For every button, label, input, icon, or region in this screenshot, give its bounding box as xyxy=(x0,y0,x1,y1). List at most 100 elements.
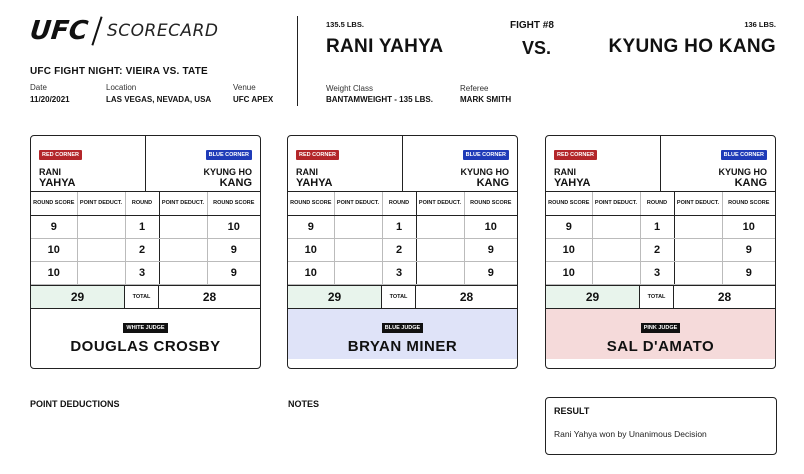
blue-round-score: 9 xyxy=(722,238,775,262)
red-point-deduction xyxy=(77,215,126,239)
blue-corner-fighter: KYUNG HO KANG xyxy=(154,167,252,189)
blue-total: 28 xyxy=(202,289,217,304)
red-point-deduct-header: POINT DEDUCT. xyxy=(334,192,383,216)
blue-corner: BLUE CORNER KYUNG HO KANG xyxy=(403,136,517,191)
blue-total: 28 xyxy=(717,289,732,304)
blue-point-deduct-header: POINT DEDUCT. xyxy=(159,192,208,216)
round-number: 1 xyxy=(639,215,675,239)
round-row: 10 3 9 xyxy=(546,261,775,285)
result-text: Rani Yahya won by Unanimous Decision xyxy=(554,429,707,439)
red-round-score: 10 xyxy=(31,261,78,285)
round-row: 9 1 10 xyxy=(288,215,517,239)
blue-point-deduction xyxy=(416,215,465,239)
blue-round-score-header: ROUND SCORE xyxy=(722,192,775,216)
judge-name: SAL D'AMATO xyxy=(606,337,715,355)
location-value: LAS VEGAS, NEVADA, USA xyxy=(106,95,212,104)
judge-panel: PINK JUDGE SAL D'AMATO xyxy=(546,308,775,359)
red-corner-fighter: RANI YAHYA xyxy=(296,167,394,189)
red-total: 29 xyxy=(288,285,382,308)
round-row: 9 1 10 xyxy=(31,215,260,239)
blue-corner-fighter: KYUNG HO KANG xyxy=(411,167,509,189)
blue-point-deduct-header: POINT DEDUCT. xyxy=(674,192,723,216)
blue-round-score: 10 xyxy=(207,215,260,239)
red-corner: RED CORNER RANI YAHYA xyxy=(546,136,661,191)
blue-point-deduction xyxy=(674,238,723,262)
total-label: TOTAL xyxy=(640,285,674,308)
round-number: 2 xyxy=(639,238,675,262)
red-fighter-name: RANI YAHYA xyxy=(326,36,444,57)
blue-point-deduction xyxy=(416,238,465,262)
round-number: 2 xyxy=(124,238,160,262)
red-point-deduction xyxy=(334,215,383,239)
judge-name: DOUGLAS CROSBY xyxy=(70,337,221,355)
red-round-score: 10 xyxy=(546,261,593,285)
red-point-deduction xyxy=(592,238,641,262)
judge-panel: BLUE JUDGE BRYAN MINER xyxy=(288,308,517,359)
judge-name: BRYAN MINER xyxy=(347,337,458,355)
total-row: 29 TOTAL 28 xyxy=(31,284,260,309)
red-round-score: 9 xyxy=(31,215,78,239)
blue-point-deduction xyxy=(159,215,208,239)
blue-corner: BLUE CORNER KYUNG HO KANG xyxy=(146,136,260,191)
red-corner-fighter: RANI YAHYA xyxy=(39,167,137,189)
red-point-deduction xyxy=(77,261,126,285)
red-point-deduction xyxy=(592,261,641,285)
total-label: TOTAL xyxy=(125,285,159,308)
blue-round-score: 9 xyxy=(207,261,260,285)
red-round-score: 10 xyxy=(288,238,335,262)
red-point-deduct-header: POINT DEDUCT. xyxy=(592,192,641,216)
red-last-name: YAHYA xyxy=(554,177,591,189)
red-round-score-header: ROUND SCORE xyxy=(288,192,335,216)
total-row: 29 TOTAL 28 xyxy=(546,284,775,309)
blue-round-score: 10 xyxy=(464,215,517,239)
red-point-deduction xyxy=(334,261,383,285)
blue-last-name: KANG xyxy=(476,177,509,189)
blue-weight: 136 LBS. xyxy=(744,20,776,29)
blue-round-score: 9 xyxy=(207,238,260,262)
round-scores-table: ROUND SCORE POINT DEDUCT. ROUND POINT DEDUC… xyxy=(288,192,517,285)
round-row: 10 2 9 xyxy=(546,238,775,262)
scorecard-title: SCORECARD xyxy=(106,21,219,41)
red-point-deduction xyxy=(334,238,383,262)
red-last-name: YAHYA xyxy=(39,177,76,189)
red-point-deduction xyxy=(592,215,641,239)
red-round-score: 10 xyxy=(288,261,335,285)
scores-header-row: ROUND SCORE POINT DEDUCT. ROUND POINT DEDUC… xyxy=(31,192,260,216)
round-number: 2 xyxy=(381,238,417,262)
red-corner-tag: RED CORNER xyxy=(554,150,597,160)
weight-class-value: BANTAMWEIGHT - 135 LBS. xyxy=(326,95,433,104)
date-value: 11/20/2021 xyxy=(30,95,70,104)
red-round-score-header: ROUND SCORE xyxy=(31,192,78,216)
ufc-logo: UFC xyxy=(28,16,90,46)
round-number: 1 xyxy=(124,215,160,239)
corner-header: RED CORNER RANI YAHYA BLUE CORNER KYUNG HO KA… xyxy=(288,136,517,192)
round-row: 9 1 10 xyxy=(546,215,775,239)
red-point-deduct-header: POINT DEDUCT. xyxy=(77,192,126,216)
red-corner: RED CORNER RANI YAHYA xyxy=(31,136,146,191)
red-round-score: 9 xyxy=(288,215,335,239)
date-label: Date xyxy=(30,83,47,92)
judge-panel: WHITE JUDGE DOUGLAS CROSBY xyxy=(31,308,260,359)
round-number: 3 xyxy=(639,261,675,285)
scores-header-row: ROUND SCORE POINT DEDUCT. ROUND POINT DEDUC… xyxy=(288,192,517,216)
red-total: 29 xyxy=(546,285,640,308)
red-corner: RED CORNER RANI YAHYA xyxy=(288,136,403,191)
total-label: TOTAL xyxy=(382,285,416,308)
round-row: 10 2 9 xyxy=(288,238,517,262)
blue-point-deduction xyxy=(416,261,465,285)
corner-header: RED CORNER RANI YAHYA BLUE CORNER KYUNG HO KA… xyxy=(31,136,260,192)
point-deductions-heading: POINT DEDUCTIONS xyxy=(30,399,120,409)
blue-round-score: 9 xyxy=(464,238,517,262)
vs-label: VS. xyxy=(522,38,552,58)
round-number: 3 xyxy=(381,261,417,285)
round-scores-table: ROUND SCORE POINT DEDUCT. ROUND POINT DEDUC… xyxy=(31,192,260,285)
round-row: 10 2 9 xyxy=(31,238,260,262)
referee-value: MARK SMITH xyxy=(460,95,512,104)
blue-round-score-header: ROUND SCORE xyxy=(464,192,517,216)
blue-round-score-header: ROUND SCORE xyxy=(207,192,260,216)
location-label: Location xyxy=(106,83,137,92)
judge-tag: PINK JUDGE xyxy=(640,322,681,333)
blue-point-deduct-header: POINT DEDUCT. xyxy=(416,192,465,216)
red-corner-fighter: RANI YAHYA xyxy=(554,167,652,189)
red-round-score-header: ROUND SCORE xyxy=(546,192,593,216)
